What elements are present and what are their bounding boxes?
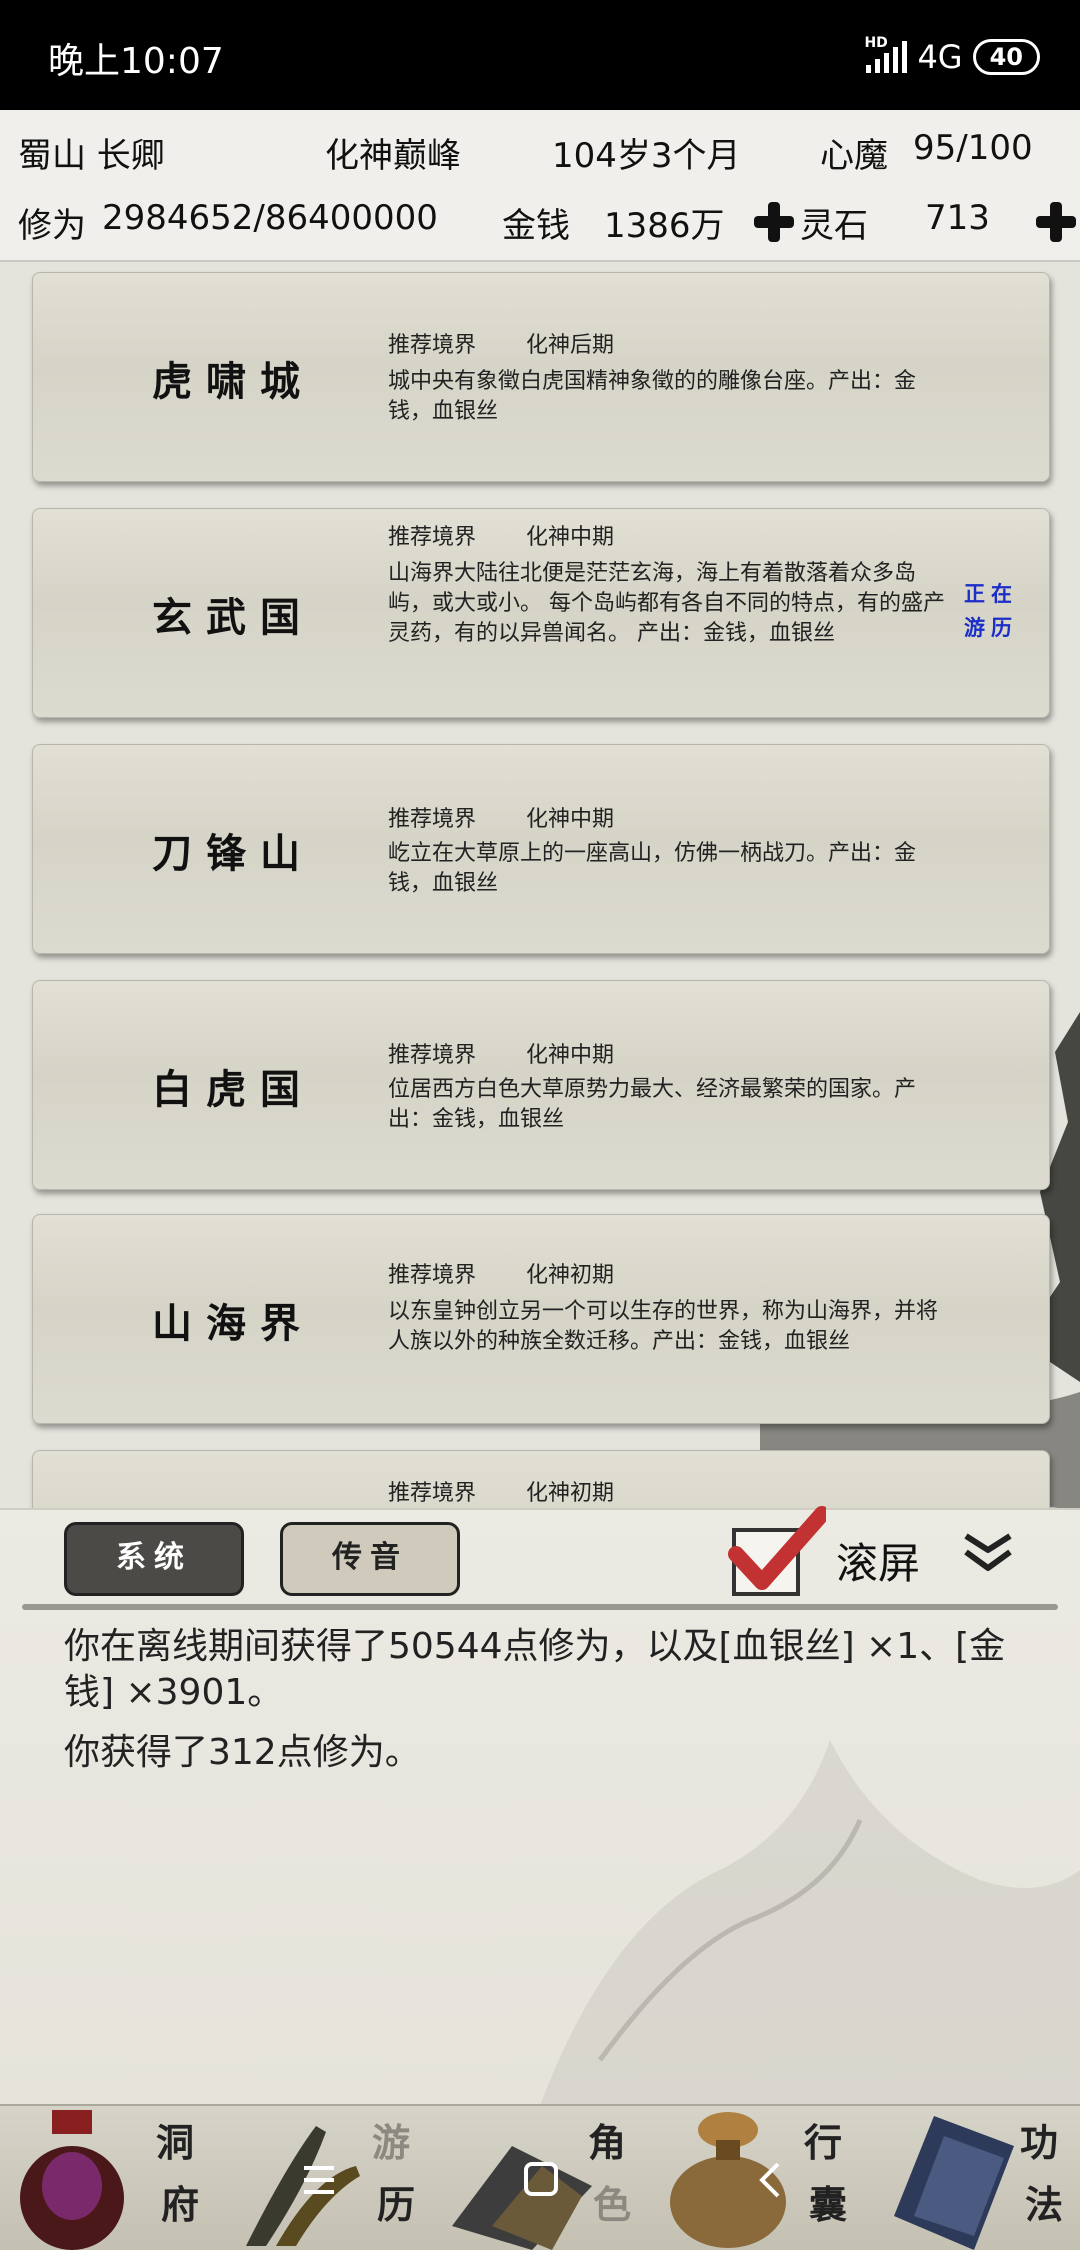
player-realm: 化神巅峰	[325, 136, 461, 176]
general-sack-icon	[20, 2110, 124, 2250]
player-name: 蜀山 长卿	[18, 136, 165, 176]
spirit-stone-label: 灵石	[800, 206, 868, 246]
location-card[interactable]: 白虎国 推荐境界 化神中期 位居西方白色大草原势力最大、经济最繁荣的国家。产出：金…	[32, 980, 1050, 1190]
signal-icon: HD	[864, 35, 908, 73]
status-line: 正在	[964, 581, 1018, 606]
checkmark-icon	[728, 1506, 826, 1590]
battery-icon: 40	[972, 39, 1040, 75]
recommended-realm: 推荐境界 化神初期	[388, 1257, 614, 1289]
nav-label: 府	[160, 2182, 199, 2227]
hd-badge: HD	[864, 35, 888, 51]
tab-system[interactable]: 系统	[64, 1522, 244, 1596]
book-icon	[894, 2116, 1014, 2250]
nav-item-cave-mansion[interactable]: 洞 府	[0, 2106, 216, 2250]
nav-label: 功	[1019, 2120, 1058, 2165]
status-time: 晚上10:07	[48, 41, 224, 82]
nav-label: 洞	[155, 2120, 194, 2165]
rec-label: 推荐境界	[388, 525, 477, 550]
rec-label: 推荐境界	[388, 1481, 477, 1506]
location-description: 山海界大陆往北便是茫茫玄海，海上有着散落着众多岛屿，或大或小。 每个岛屿都有各自…	[388, 561, 945, 646]
location-card[interactable]: 玄武国 推荐境界 化神中期 山海界大陆往北便是茫茫玄海，海上有着散落着众多岛屿，或…	[32, 508, 1050, 718]
location-card[interactable]: 山海界 推荐境界 化神初期 以东皇钟创立另一个可以生存的世界，称为山海界，并将人族…	[32, 1214, 1050, 1424]
rec-label: 推荐境界	[388, 1043, 477, 1068]
rec-label: 推荐境界	[388, 807, 477, 832]
status-line: 游历	[964, 615, 1018, 640]
money-label: 金钱	[502, 206, 570, 246]
location-card[interactable]: 刀锋山 推荐境界 化神中期 屹立在大草原上的一座高山，仿佛一柄战刀。产出：金钱，血…	[32, 744, 1050, 954]
location-name: 白虎国	[152, 1066, 314, 1113]
recommended-realm: 推荐境界 化神中期	[388, 519, 614, 551]
rec-label: 推荐境界	[388, 1263, 477, 1288]
nav-label: 游	[371, 2120, 410, 2165]
rec-value: 化神中期	[526, 1043, 615, 1068]
recommended-realm: 推荐境界 化神后期	[388, 327, 614, 359]
message-panel: 系统 传音 滚屏 你在离线期间获得了50544点修为，以及[血银丝] ×1、[金…	[0, 1506, 1080, 2106]
location-name: 刀锋山	[152, 830, 314, 877]
rec-value: 化神初期	[526, 1481, 615, 1506]
recommended-realm: 推荐境界 化神初期	[388, 1475, 614, 1507]
nav-label: 行	[803, 2120, 842, 2165]
rec-value: 化神中期	[526, 525, 615, 550]
panel-divider	[22, 1604, 1058, 1610]
cultivation-value: 2984652/86400000	[102, 198, 438, 238]
location-name: 山海界	[152, 1300, 314, 1347]
rec-label: 推荐境界	[388, 333, 477, 358]
traveling-status-badge: 正在 游历	[953, 577, 1029, 645]
nav-label: 法	[1024, 2182, 1063, 2227]
menu-icon[interactable]	[300, 2160, 340, 2200]
nav-item-techniques[interactable]: 功 法	[864, 2106, 1080, 2250]
location-description: 位居西方白色大草原势力最大、经济最繁荣的国家。产出：金钱，血银丝	[388, 1077, 917, 1132]
rec-value: 化神中期	[526, 807, 615, 832]
add-spirit-stone-icon[interactable]	[1034, 200, 1078, 244]
add-money-icon[interactable]	[752, 200, 796, 244]
scroll-checkbox[interactable]	[728, 1506, 826, 1596]
heart-demon-value: 95/100	[913, 128, 1033, 168]
collapse-chevron-icon[interactable]	[960, 1530, 1016, 1574]
nav-label: 色	[592, 2182, 631, 2227]
rec-value: 化神后期	[526, 333, 615, 358]
nav-label: 囊	[808, 2182, 847, 2227]
money-value: 1386万	[604, 206, 725, 246]
message-line: 你在离线期间获得了50544点修为，以及[血银丝] ×1、[金钱] ×3901。	[64, 1626, 1006, 1713]
location-name: 虎啸城	[152, 358, 314, 405]
tab-voice-message[interactable]: 传音	[280, 1522, 460, 1596]
network-type: 4G	[917, 38, 963, 76]
recommended-realm: 推荐境界 化神中期	[388, 1037, 614, 1069]
location-name: 玄武国	[152, 594, 314, 641]
location-description: 以东皇钟创立另一个可以生存的世界，称为山海界，并将人族以外的种族全数迁移。产出：…	[388, 1299, 939, 1354]
nav-label: 角	[587, 2120, 626, 2165]
cultivation-label: 修为	[18, 206, 86, 246]
recommended-realm: 推荐境界 化神中期	[388, 801, 614, 833]
location-description: 屹立在大草原上的一座高山，仿佛一柄战刀。产出：金钱，血银丝	[388, 841, 917, 896]
status-icons: HD 4G 40	[864, 35, 1040, 76]
spirit-stone-value: 713	[925, 198, 990, 238]
rec-value: 化神初期	[526, 1263, 615, 1288]
player-header: 蜀山 长卿 化神巅峰 104岁3个月 心魔 95/100 修为 2984652/…	[0, 110, 1080, 262]
player-age: 104岁3个月	[552, 136, 741, 176]
nav-label: 历	[376, 2182, 415, 2227]
status-bar: 晚上10:07 HD 4G 40	[0, 0, 1080, 110]
location-card[interactable]: 虎啸城 推荐境界 化神后期 城中央有象徵白虎国精神象徵的的雕像台座。产出：金钱，血…	[32, 272, 1050, 482]
back-icon[interactable]	[752, 2160, 792, 2200]
scroll-label: 滚屏	[836, 1539, 921, 1588]
message-line: 你获得了312点修为。	[64, 1732, 421, 1773]
home-icon[interactable]	[522, 2160, 562, 2200]
hat-icon	[452, 2146, 592, 2250]
heart-demon-label: 心魔	[820, 136, 888, 176]
location-description: 城中央有象徵白虎国精神象徵的的雕像台座。产出：金钱，血银丝	[388, 369, 917, 424]
